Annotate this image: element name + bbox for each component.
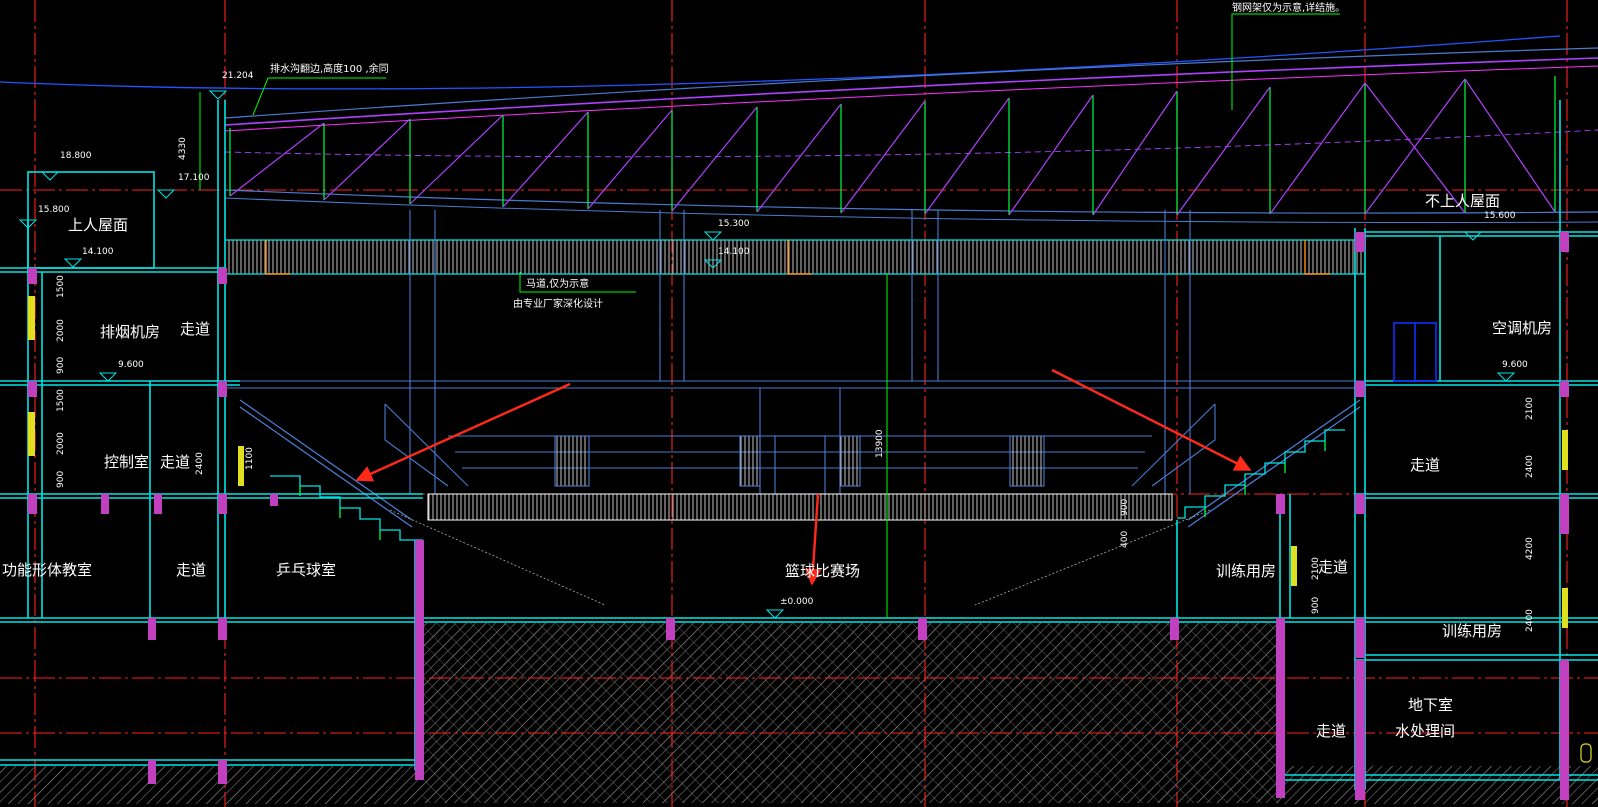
room-table-tennis: 乒乓球室: [276, 561, 336, 579]
elev-0000: ±0.000: [780, 597, 814, 607]
room-training-1: 训练用房: [1216, 562, 1276, 580]
room-corridor-right-mid: 走道: [1410, 456, 1440, 474]
room-corridor-right-low: 走道: [1318, 558, 1348, 576]
room-corridor-basement: 走道: [1316, 722, 1346, 740]
room-smoke-exhaust: 排烟机房: [100, 323, 160, 341]
elev-17100: 17.100: [178, 173, 210, 183]
dimension-texts: 4330 13900 1500 2000 900 1500 2000 900 2…: [56, 137, 1535, 632]
review-arrows: [355, 368, 1252, 586]
elev-21204: 21.204: [222, 71, 254, 81]
room-training-2: 训练用房: [1442, 622, 1502, 640]
room-corridor-mid-left: 走道: [160, 453, 190, 471]
seating-band: [427, 493, 1173, 521]
dim-13900: 13900: [875, 429, 885, 458]
dim-2000b: 2000: [56, 432, 66, 455]
room-ac: 空调机房: [1492, 319, 1552, 337]
architectural-section-drawing: 排水沟翻边,高度100 ,余同 钢网架仅为示意,详结施。 马道,仅为示意 由专业…: [0, 0, 1598, 807]
dim-2100r2: 2100: [1311, 557, 1321, 580]
drain-symbol-icon: [1580, 743, 1592, 763]
dim-2400l: 2400: [195, 452, 205, 475]
catwalk: [224, 239, 1366, 275]
dim-4330: 4330: [178, 137, 188, 160]
elev-14100-mid: 14.100: [718, 247, 750, 257]
dim-2400r1: 2400: [1525, 455, 1535, 478]
leaders: [199, 13, 1340, 618]
dim-2400r2: 2400: [1525, 609, 1535, 632]
room-roof-accessible: 上人屋面: [68, 216, 128, 234]
ac-room-door: [1393, 322, 1437, 382]
note-steel-truss: 钢网架仅为示意,详结施。: [1232, 1, 1345, 14]
dim-900b: 900: [56, 471, 66, 488]
dim-2000a: 2000: [56, 319, 66, 342]
room-corridor-low-left: 走道: [176, 561, 206, 579]
room-basement-1: 地下室: [1408, 696, 1453, 714]
elev-15800: 15.800: [38, 205, 70, 215]
note-catwalk-1: 马道,仅为示意: [526, 277, 589, 290]
note-catwalk-2: 由专业厂家深化设计: [513, 297, 603, 310]
elev-15600: 15.600: [1484, 211, 1516, 221]
room-control: 控制室: [104, 453, 149, 471]
dim-2100r: 2100: [1525, 397, 1535, 420]
dim-1500a: 1500: [56, 275, 66, 298]
dim-400s: 400: [1120, 531, 1130, 548]
room-basement-2: 水处理间: [1395, 722, 1455, 740]
roof-truss: [229, 76, 1556, 216]
room-basketball-hall: 篮球比赛场: [785, 562, 860, 580]
roof-lines: [0, 35, 1598, 223]
elev-9600-right: 9.600: [1502, 360, 1528, 370]
dim-900r: 900: [1311, 597, 1321, 614]
elev-9600-left: 9.600: [118, 360, 144, 370]
note-gutter: 排水沟翻边,高度100 ,余同: [270, 62, 389, 75]
dim-4200r: 4200: [1525, 537, 1535, 560]
dim-900a: 900: [56, 357, 66, 374]
elev-15300: 15.300: [718, 219, 750, 229]
room-function-classroom: 功能形体教室: [2, 561, 92, 579]
elev-14100-left: 14.100: [82, 247, 114, 257]
dim-1500b: 1500: [56, 389, 66, 412]
room-corridor-top-left: 走道: [180, 320, 210, 338]
dim-1100: 1100: [245, 447, 255, 470]
room-roof-nonaccessible: 不上人屋面: [1425, 192, 1500, 210]
dim-900s: 900: [1120, 499, 1130, 516]
elev-18800: 18.800: [60, 151, 92, 161]
